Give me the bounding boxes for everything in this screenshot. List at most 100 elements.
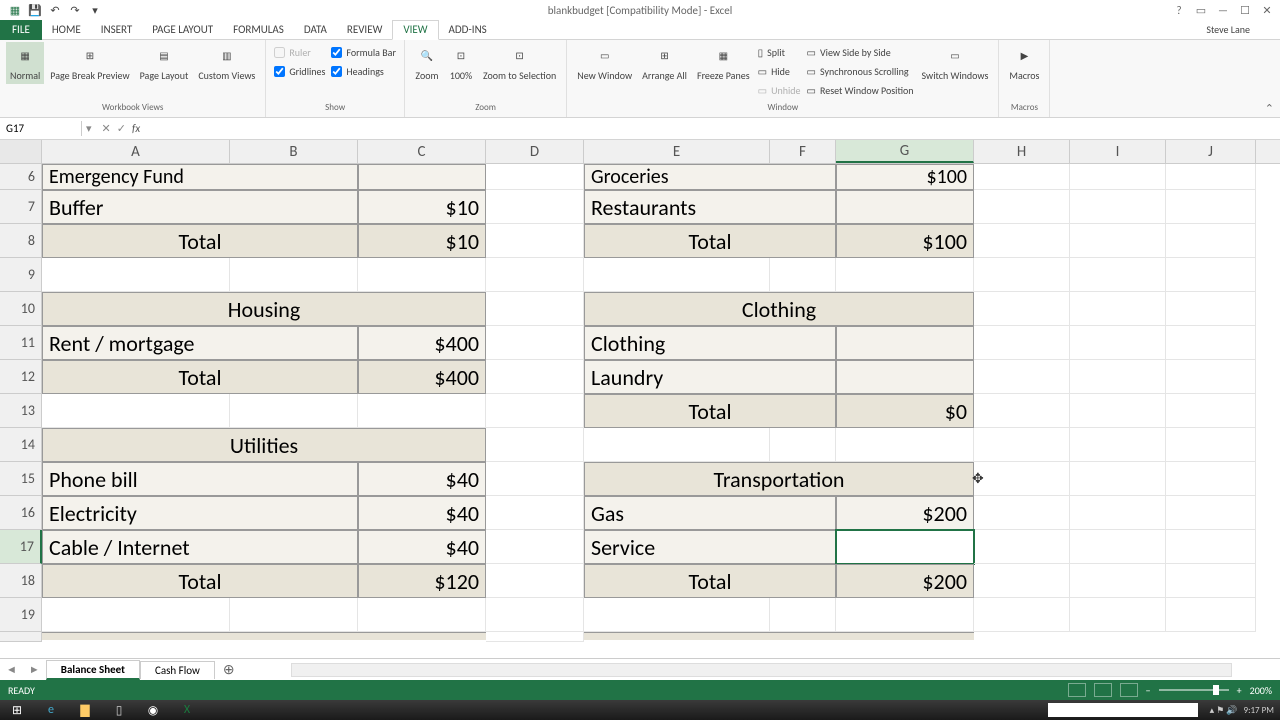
cell[interactable]: Transportation (584, 462, 974, 496)
cell[interactable] (1166, 428, 1256, 462)
hide-button[interactable]: ▭ Hide (758, 65, 801, 78)
row-header[interactable]: 11 (0, 326, 42, 360)
name-box-dropdown-icon[interactable]: ▾ (82, 122, 96, 135)
cell[interactable] (42, 632, 486, 640)
cell[interactable] (486, 190, 584, 224)
row-header[interactable] (0, 632, 42, 642)
cell[interactable] (584, 258, 770, 292)
cell[interactable] (1070, 564, 1166, 598)
row-header[interactable]: 17 (0, 530, 42, 564)
cell[interactable] (1070, 258, 1166, 292)
cell[interactable] (486, 496, 584, 530)
cell[interactable] (770, 428, 836, 462)
start-button[interactable]: ⊞ (0, 700, 34, 720)
cell[interactable] (1070, 292, 1166, 326)
cell[interactable] (486, 224, 584, 258)
cell[interactable] (1166, 258, 1256, 292)
row-header[interactable]: 14 (0, 428, 42, 462)
cell[interactable] (1070, 224, 1166, 258)
cell[interactable] (1070, 360, 1166, 394)
cell[interactable] (770, 258, 836, 292)
cell[interactable]: $100 (836, 224, 974, 258)
tray-icons[interactable]: ▴ ⚑ 🔊 (1210, 705, 1238, 716)
page-layout-view-icon[interactable] (1094, 683, 1112, 697)
minimize-button[interactable]: — (1214, 2, 1232, 18)
row-header[interactable]: 9 (0, 258, 42, 292)
sheet-tab-cashflow[interactable]: Cash Flow (140, 661, 215, 679)
help-icon[interactable]: ? (1170, 2, 1188, 18)
macros-button[interactable]: ▶Macros (1005, 42, 1043, 84)
cell[interactable] (230, 598, 358, 632)
col-header-d[interactable]: D (486, 140, 584, 163)
col-header-h[interactable]: H (974, 140, 1070, 163)
cell[interactable]: $10 (358, 224, 486, 258)
cell[interactable] (770, 598, 836, 632)
horizontal-scrollbar[interactable] (291, 663, 1232, 677)
cell[interactable] (974, 496, 1070, 530)
explorer-icon[interactable]: ▇ (68, 700, 102, 720)
row-header[interactable]: 13 (0, 394, 42, 428)
zoom-in-button[interactable]: + (1237, 684, 1242, 697)
cell[interactable] (1166, 462, 1256, 496)
cell[interactable]: Total (584, 394, 836, 428)
cell[interactable] (584, 598, 770, 632)
tab-insert[interactable]: INSERT (91, 20, 143, 40)
row-header[interactable]: 12 (0, 360, 42, 394)
cell[interactable] (974, 164, 1070, 190)
cell[interactable]: Total (42, 360, 358, 394)
tab-formulas[interactable]: FORMULAS (223, 20, 294, 40)
cell[interactable]: Total (42, 564, 358, 598)
fx-icon[interactable]: fx (132, 122, 140, 135)
normal-view-button[interactable]: ▦Normal (6, 42, 44, 84)
tab-home[interactable]: HOME (42, 20, 91, 40)
cell[interactable]: Laundry (584, 360, 836, 394)
tab-data[interactable]: DATA (294, 20, 337, 40)
cell[interactable] (1166, 190, 1256, 224)
cell[interactable] (486, 258, 584, 292)
cell[interactable] (230, 258, 358, 292)
cell[interactable] (1070, 496, 1166, 530)
cell[interactable] (974, 564, 1070, 598)
cell[interactable]: Cable / Internet (42, 530, 358, 564)
cell[interactable]: $100 (836, 164, 974, 190)
cell[interactable] (42, 394, 230, 428)
close-button[interactable]: ✕ (1258, 2, 1276, 18)
formula-bar-checkbox[interactable]: Formula Bar (331, 46, 396, 59)
normal-view-icon[interactable] (1068, 683, 1086, 697)
cell[interactable] (836, 190, 974, 224)
cell[interactable] (42, 598, 230, 632)
cell[interactable]: $120 (358, 564, 486, 598)
col-header-e[interactable]: E (584, 140, 770, 163)
page-layout-button[interactable]: ▤Page Layout (136, 42, 193, 84)
page-break-button[interactable]: ⊞Page Break Preview (46, 42, 133, 84)
enter-formula-icon[interactable]: ✓ (117, 122, 126, 135)
cell[interactable]: Gas (584, 496, 836, 530)
cell[interactable]: $400 (358, 360, 486, 394)
cell[interactable] (486, 326, 584, 360)
excel-taskbar-icon[interactable]: X (170, 700, 204, 720)
cell[interactable] (584, 632, 974, 640)
switch-windows-button[interactable]: ▭Switch Windows (918, 42, 993, 84)
cell[interactable]: Restaurants (584, 190, 836, 224)
custom-views-button[interactable]: ▥Custom Views (194, 42, 259, 84)
cell[interactable] (1070, 164, 1166, 190)
cell[interactable]: $40 (358, 496, 486, 530)
zoom-button[interactable]: 🔍Zoom (411, 42, 443, 84)
cell[interactable] (836, 598, 974, 632)
cell[interactable]: Service (584, 530, 836, 564)
cell[interactable] (358, 258, 486, 292)
cell[interactable] (974, 428, 1070, 462)
col-header-a[interactable]: A (42, 140, 230, 163)
cell[interactable] (1070, 428, 1166, 462)
notepad-icon[interactable]: ▯ (102, 700, 136, 720)
spreadsheet-grid[interactable]: A B C D E F G H I J 6 Emergency Fund Gro… (0, 140, 1280, 642)
cell[interactable] (1166, 326, 1256, 360)
maximize-button[interactable]: ☐ (1236, 2, 1254, 18)
cell[interactable] (486, 564, 584, 598)
cell[interactable]: Total (42, 224, 358, 258)
zoom-selection-button[interactable]: ⊡Zoom to Selection (479, 42, 560, 84)
cell[interactable] (42, 258, 230, 292)
redo-icon[interactable]: ↷ (68, 3, 82, 17)
col-header-c[interactable]: C (358, 140, 486, 163)
cell[interactable]: Clothing (584, 292, 974, 326)
